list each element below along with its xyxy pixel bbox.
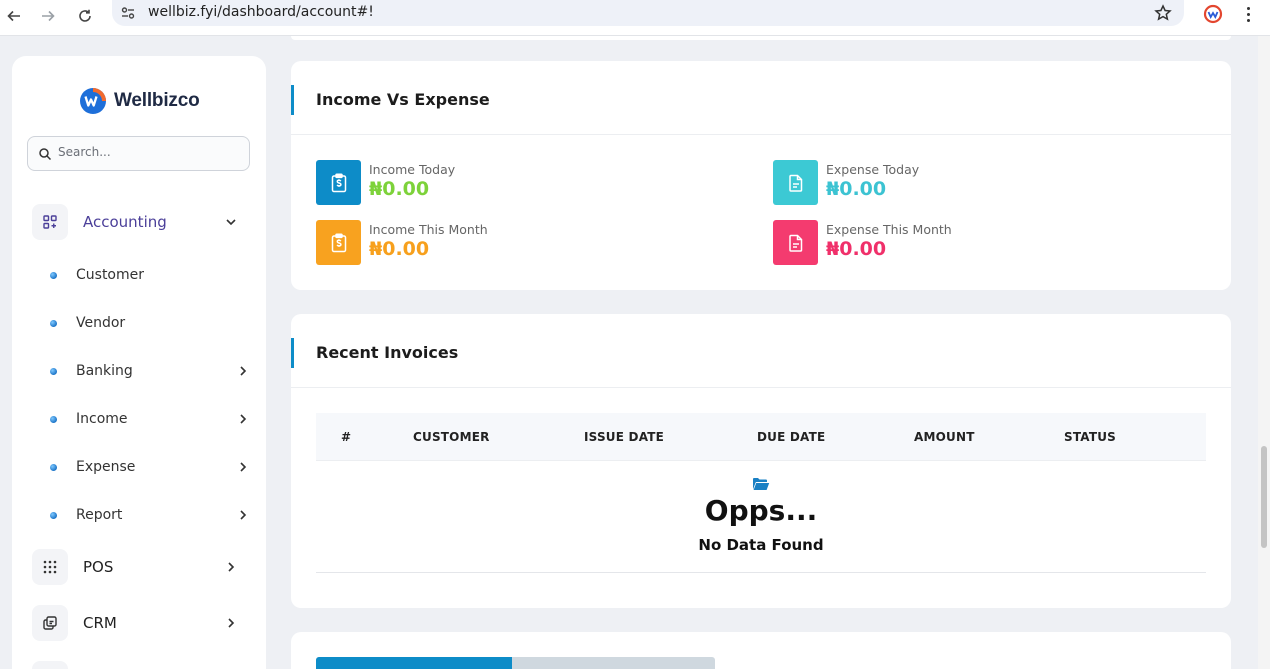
column-header-due-date[interactable]: DUE DATE [757,430,825,444]
sidebar-item-accounting[interactable]: Accounting [32,204,246,240]
previous-card-edge [291,36,1231,40]
sidebar-subitem-income[interactable]: Income [50,407,247,431]
stat-income-this-month: Income This Month ₦0.00 [316,220,716,266]
progress-bar [316,657,715,669]
sidebar-subitem-label: Income [76,411,128,427]
sidebar-item-label: CRM [83,614,117,632]
page-scrollbar[interactable] [1258,36,1270,669]
stat-label: Expense Today [826,162,920,177]
site-settings-icon[interactable] [120,5,136,21]
back-icon[interactable] [2,4,26,28]
sidebar-subitem-label: Report [76,507,123,523]
bullet-dot-icon [50,367,57,375]
dots-grid-icon [32,549,68,585]
sidebar-subitem-label: Expense [76,459,136,475]
invoices-table: # CUSTOMER ISSUE DATE DUE DATE AMOUNT ST… [316,413,1206,573]
grid-plus-icon [32,204,68,240]
chevron-right-icon [240,510,247,520]
chevron-down-icon [226,219,236,226]
bullet-dot-icon [50,271,57,279]
column-header-issue-date[interactable]: ISSUE DATE [584,430,664,444]
chevron-right-icon [228,562,235,572]
card-title: Recent Invoices [316,343,459,362]
card-header: Recent Invoices [291,314,1231,388]
sidebar-subitem-expense[interactable]: Expense [50,455,247,479]
search-input[interactable] [58,145,238,159]
progress-fill [316,657,512,669]
stat-label: Income Today [369,162,456,177]
column-header-amount[interactable]: AMOUNT [914,430,975,444]
stat-label: Income This Month [369,222,488,237]
sidebar-item-next[interactable] [32,661,246,669]
sidebar-subitem-vendor[interactable]: Vendor [50,311,246,335]
bottom-card [291,632,1231,669]
wellbizco-logo-icon [80,88,106,114]
sidebar-item-crm[interactable]: CRM [32,605,246,641]
stat-expense-this-month: Expense This Month ₦0.00 [773,220,1173,266]
address-bar[interactable]: wellbiz.fyi/dashboard/account#! [112,0,1184,26]
stat-value: ₦0.00 [826,238,887,260]
stat-value: ₦0.00 [369,178,430,200]
bookmark-star-icon[interactable] [1154,4,1172,22]
income-vs-expense-card: Income Vs Expense Income Today ₦0.00 Exp… [291,61,1231,290]
sidebar-item-label: Accounting [83,213,167,231]
brand-name: Wellbizco [114,90,200,111]
stat-value: ₦0.00 [826,178,887,200]
document-icon [773,220,818,265]
sidebar-subitem-label: Banking [76,363,133,379]
reload-icon[interactable] [73,4,97,28]
stat-expense-today: Expense Today ₦0.00 [773,160,1173,206]
forward-icon[interactable] [36,4,60,28]
bullet-dot-icon [50,463,57,471]
column-header-customer[interactable]: CUSTOMER [413,430,490,444]
column-header-status[interactable]: STATUS [1064,430,1116,444]
sidebar-search[interactable] [27,136,250,171]
sidebar-subitem-report[interactable]: Report [50,503,247,527]
layers-copy-icon [32,605,68,641]
sidebar-subitem-label: Customer [76,267,145,283]
browser-toolbar: wellbiz.fyi/dashboard/account#! [0,0,1270,36]
sidebar-item-pos[interactable]: POS [32,549,246,585]
card-title: Income Vs Expense [316,90,490,109]
empty-state-message: No Data Found [698,536,824,554]
bullet-dot-icon [50,319,57,327]
url-text[interactable]: wellbiz.fyi/dashboard/account#! [148,4,374,20]
brand-logo[interactable]: Wellbizco [78,86,200,116]
sidebar-item-label: POS [83,558,114,576]
stat-value: ₦0.00 [369,238,430,260]
stat-label: Expense This Month [826,222,952,237]
stat-income-today: Income Today ₦0.00 [316,160,716,206]
header-accent-bar [291,85,294,115]
receipt-dollar-icon [316,220,361,265]
column-header-number[interactable]: # [341,430,351,444]
chevron-right-icon [240,462,247,472]
search-icon [39,148,52,161]
extension-icon[interactable] [1203,4,1223,24]
card-header: Income Vs Expense [291,61,1231,135]
chevron-right-icon [228,618,235,628]
recent-invoices-card: Recent Invoices # CUSTOMER ISSUE DATE DU… [291,314,1231,608]
empty-state-title: Opps... [704,494,818,527]
scrollbar-thumb[interactable] [1261,446,1267,548]
document-icon [773,160,818,205]
sidebar: Wellbizco Accounting Customer Vendor Ban… [12,56,266,669]
chevron-right-icon [240,414,247,424]
menu-item-icon [32,661,68,669]
table-header-row: # CUSTOMER ISSUE DATE DUE DATE AMOUNT ST… [316,413,1206,461]
folder-open-icon [753,478,770,490]
header-accent-bar [291,338,294,368]
bullet-dot-icon [50,415,57,423]
receipt-dollar-icon [316,160,361,205]
chevron-right-icon [240,366,247,376]
sidebar-subitem-label: Vendor [76,315,126,331]
empty-state: Opps... No Data Found [316,461,1206,573]
sidebar-subitem-customer[interactable]: Customer [50,263,246,287]
bullet-dot-icon [50,511,57,519]
sidebar-subitem-banking[interactable]: Banking [50,359,247,383]
browser-menu-icon[interactable] [1240,4,1256,24]
